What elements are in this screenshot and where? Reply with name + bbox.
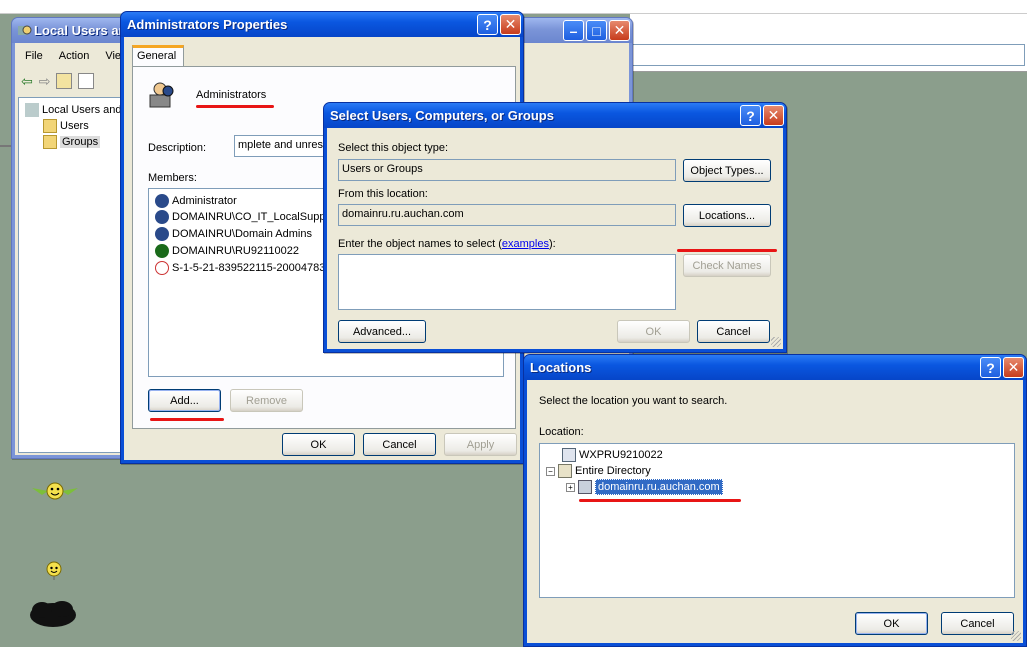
resize-grip[interactable] — [1011, 631, 1021, 641]
tree-item-entire-directory[interactable]: − Entire Directory — [546, 463, 651, 479]
users-groups-icon — [25, 103, 39, 117]
collapse-icon[interactable]: − — [546, 466, 555, 476]
list-item[interactable]: Administrator — [155, 193, 237, 209]
locations-dialog: Locations ? ✕ Select the location you wa… — [523, 354, 1027, 647]
examples-link[interactable]: examples — [502, 238, 549, 250]
forward-arrow-icon[interactable]: ⇨ — [39, 73, 51, 90]
select-users-title: Select Users, Computers, or Groups — [330, 108, 554, 123]
properties-title: Administrators Properties — [127, 17, 288, 32]
description-label: Description: — [148, 142, 207, 154]
black-cloud-icon — [28, 598, 78, 632]
close-button[interactable]: ✕ — [609, 20, 630, 41]
computer-icon — [562, 448, 576, 462]
smiley-bird-icon — [30, 480, 80, 502]
menu-file[interactable]: File — [25, 50, 43, 62]
close-button[interactable]: ✕ — [500, 14, 521, 35]
locations-title: Locations — [530, 360, 592, 375]
group-icon — [146, 79, 178, 111]
list-item[interactable]: DOMAINRU\Domain Admins — [155, 226, 312, 242]
directory-icon — [558, 464, 572, 478]
resize-grip[interactable] — [771, 337, 781, 347]
unknown-user-icon — [155, 261, 169, 275]
advanced-button[interactable]: Advanced... — [338, 320, 426, 343]
location-label: From this location: — [338, 188, 428, 200]
tree-item-domain[interactable]: + domainru.ru.auchan.com — [566, 479, 723, 495]
minimize-button[interactable]: – — [563, 20, 584, 41]
location-tree[interactable]: WXPRU9210022 − Entire Directory + domain… — [539, 443, 1015, 598]
locations-button[interactable]: Locations... — [683, 204, 771, 227]
annotation-underline-group-name — [196, 105, 274, 108]
group-icon — [155, 227, 169, 241]
maximize-button[interactable]: □ — [586, 20, 607, 41]
group-icon — [155, 210, 169, 224]
list-item[interactable]: S-1-5-21-839522115-2000478354 — [155, 260, 338, 276]
location-field: domainru.ru.auchan.com — [338, 204, 676, 226]
locations-titlebar[interactable]: Locations ? ✕ — [524, 355, 1026, 380]
help-button[interactable]: ? — [980, 357, 1001, 378]
object-type-field: Users or Groups — [338, 159, 676, 181]
object-names-label: Enter the object names to select (exampl… — [338, 238, 556, 250]
mmc-toolbar: ⇦ ⇨ — [21, 70, 95, 92]
mmc-app-icon — [16, 23, 32, 39]
up-folder-icon[interactable] — [56, 73, 73, 89]
tree-item-computer[interactable]: WXPRU9210022 — [562, 447, 663, 463]
tree-item-groups[interactable]: Groups — [43, 134, 101, 150]
help-button[interactable]: ? — [477, 14, 498, 35]
back-arrow-icon[interactable]: ⇦ — [21, 73, 33, 90]
cancel-button[interactable]: Cancel — [941, 612, 1014, 635]
ok-button[interactable]: OK — [617, 320, 690, 343]
tree-item-users[interactable]: Users — [43, 118, 89, 134]
user-icon — [155, 194, 169, 208]
select-users-titlebar[interactable]: Select Users, Computers, or Groups ? ✕ — [324, 103, 786, 128]
object-type-label: Select this object type: — [338, 142, 449, 154]
annotation-underline-add — [150, 418, 224, 421]
background-address-bar — [630, 44, 1025, 66]
user-icon — [155, 244, 169, 258]
help-button[interactable]: ? — [740, 105, 761, 126]
annotation-underline-domain — [579, 499, 741, 502]
show-tree-icon[interactable] — [78, 73, 95, 89]
cancel-button[interactable]: Cancel — [363, 433, 436, 456]
expand-icon[interactable]: + — [566, 482, 575, 492]
folder-icon — [43, 119, 57, 133]
annotation-underline-locations — [677, 249, 777, 252]
object-names-textarea[interactable] — [338, 254, 676, 310]
check-names-button[interactable]: Check Names — [683, 254, 771, 277]
object-types-button[interactable]: Object Types... — [683, 159, 771, 182]
list-item[interactable]: DOMAINRU\CO_IT_LocalSupport — [155, 209, 338, 225]
members-label: Members: — [148, 172, 197, 184]
apply-button[interactable]: Apply — [444, 433, 517, 456]
select-users-dialog: Select Users, Computers, or Groups ? ✕ S… — [323, 102, 787, 353]
add-button[interactable]: Add... — [148, 389, 221, 412]
smiley-icon — [45, 561, 63, 581]
group-name: Administrators — [196, 89, 267, 101]
list-item[interactable]: DOMAINRU\RU92110022 — [155, 243, 299, 259]
locations-instruction: Select the location you want to search. — [539, 395, 728, 407]
close-button[interactable]: ✕ — [763, 105, 784, 126]
tab-general[interactable]: General — [132, 45, 184, 67]
location-label: Location: — [539, 426, 584, 438]
remove-button[interactable]: Remove — [230, 389, 303, 412]
cancel-button[interactable]: Cancel — [697, 320, 770, 343]
ok-button[interactable]: OK — [855, 612, 928, 635]
properties-titlebar[interactable]: Administrators Properties ? ✕ — [121, 12, 523, 37]
ok-button[interactable]: OK — [282, 433, 355, 456]
open-folder-icon — [43, 135, 57, 149]
domain-icon — [578, 480, 592, 494]
close-button[interactable]: ✕ — [1003, 357, 1024, 378]
menu-action[interactable]: Action — [59, 50, 90, 62]
